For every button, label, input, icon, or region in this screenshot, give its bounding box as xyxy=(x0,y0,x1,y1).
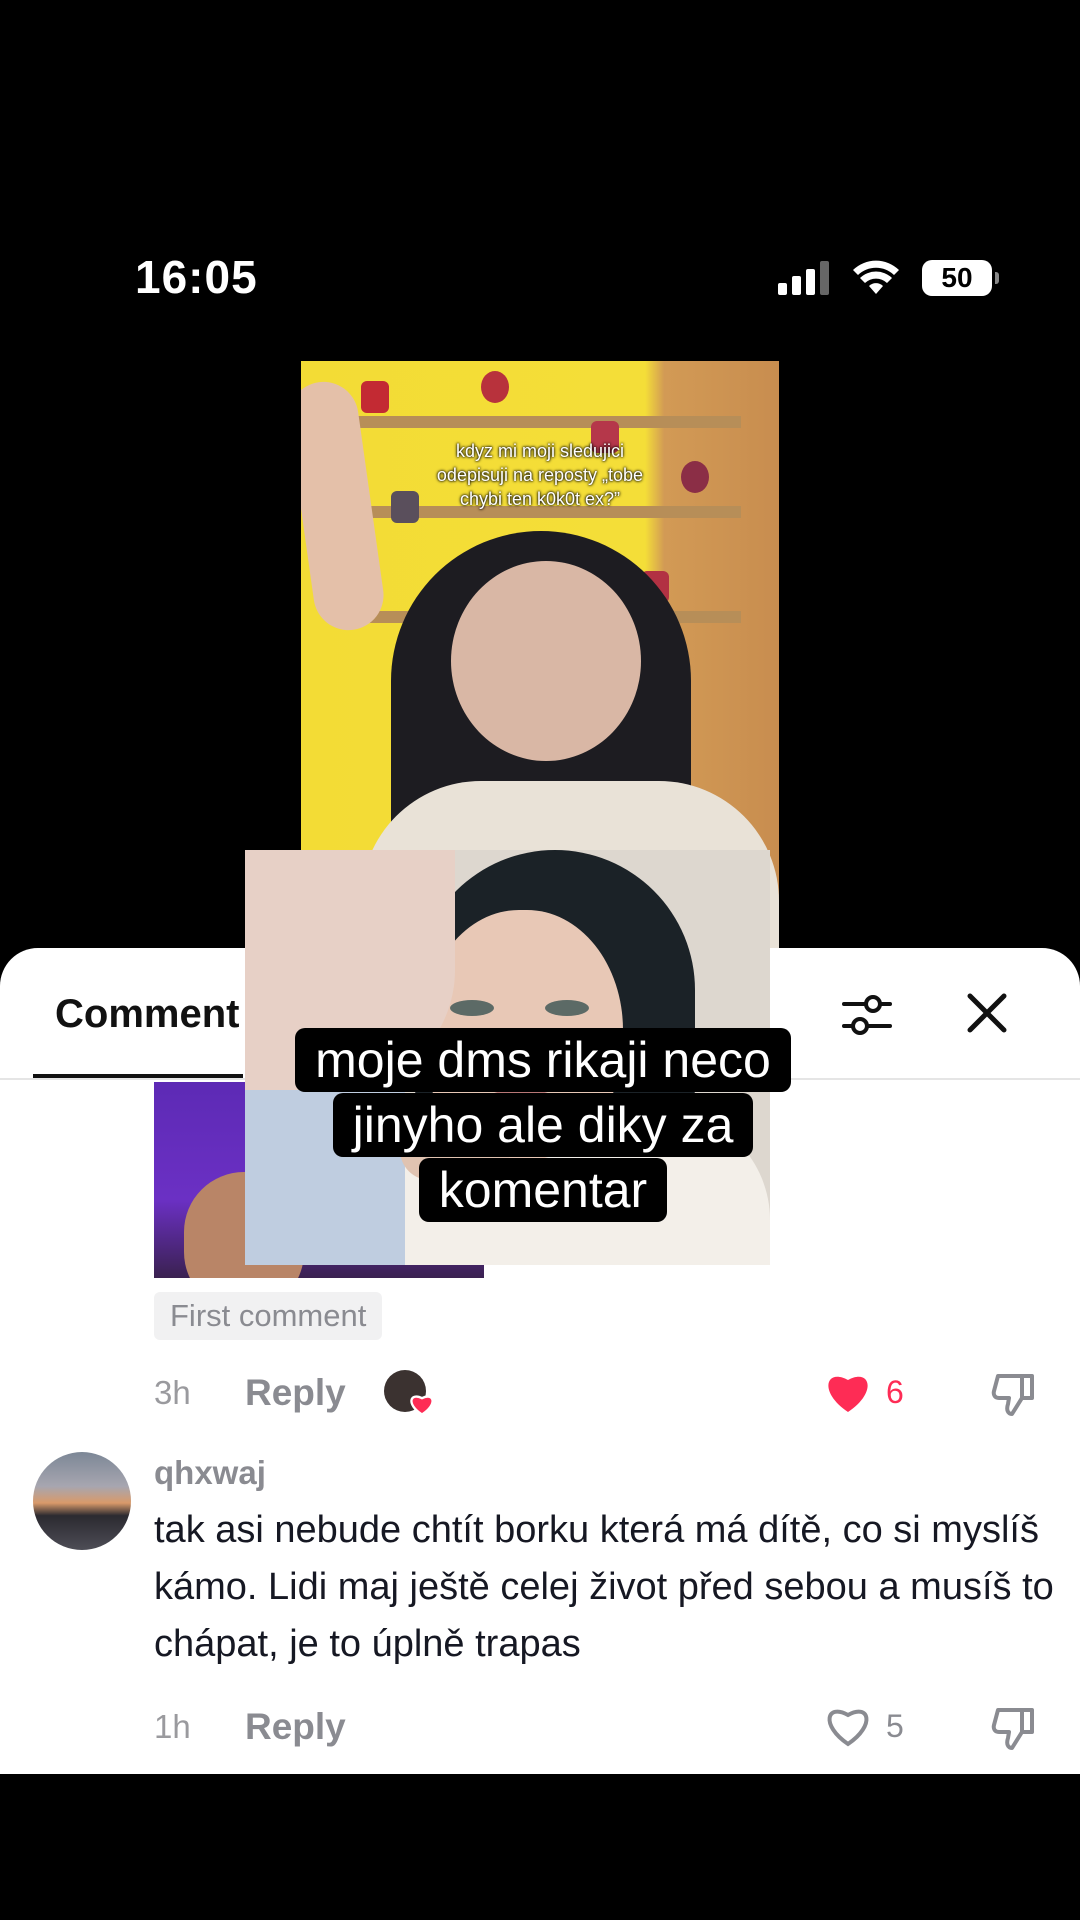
reply-button[interactable]: Reply xyxy=(245,1372,346,1414)
like-heart-icon[interactable] xyxy=(824,1704,872,1748)
comment-time: 1h xyxy=(154,1708,191,1745)
status-icons: 50 xyxy=(778,258,999,298)
video-caption-line: odepisuji na reposty „tobe xyxy=(436,465,644,485)
wifi-icon xyxy=(853,260,899,294)
comment-time: 3h xyxy=(154,1374,191,1411)
shelf xyxy=(341,416,741,428)
overlay-caption: moje dms rikaji neco jinyho ale diky za … xyxy=(268,1028,818,1223)
status-time: 16:05 xyxy=(135,251,258,303)
like-heart-icon[interactable] xyxy=(824,1370,872,1414)
comment-text: tak asi nebude chtít borku která má dítě… xyxy=(154,1509,1054,1665)
shelf-tin xyxy=(481,371,509,403)
tab-comments[interactable]: Comment xyxy=(55,992,239,1037)
comment-actions: 1h Reply 5 xyxy=(154,1704,1034,1754)
person-eye xyxy=(545,1000,589,1016)
overlay-caption-line: moje dms rikaji neco xyxy=(295,1028,791,1092)
overlay-caption-line: jinyho ale diky za xyxy=(332,1093,754,1157)
avatar[interactable] xyxy=(33,1452,131,1550)
like-count: 5 xyxy=(886,1708,904,1744)
person-face xyxy=(451,561,641,761)
shelf-tin xyxy=(361,381,389,413)
video-caption-line: kdyz mi moji sledujici xyxy=(455,441,625,461)
heart-icon xyxy=(410,1395,434,1416)
close-icon[interactable] xyxy=(962,988,1012,1038)
overlay-caption-line: komentar xyxy=(418,1158,668,1222)
creator-liked-avatar xyxy=(384,1370,434,1416)
reply-button[interactable]: Reply xyxy=(245,1706,346,1748)
first-comment-badge: First comment xyxy=(154,1292,383,1340)
comment-username[interactable]: qhxwaj xyxy=(154,1454,266,1492)
signal-icon xyxy=(778,261,829,295)
person-eye xyxy=(450,1000,494,1016)
filter-icon[interactable] xyxy=(840,988,894,1042)
video-caption-line: chybi ten k0k0t ex?” xyxy=(459,489,621,509)
comment-actions: 3h Reply 6 xyxy=(154,1370,1034,1420)
dislike-icon[interactable] xyxy=(990,1704,1038,1752)
like-count: 6 xyxy=(886,1374,904,1410)
dislike-icon[interactable] xyxy=(990,1370,1038,1418)
battery-icon: 50 xyxy=(922,260,999,296)
video-caption: kdyz mi moji sledujici odepisuji na repo… xyxy=(301,439,779,511)
